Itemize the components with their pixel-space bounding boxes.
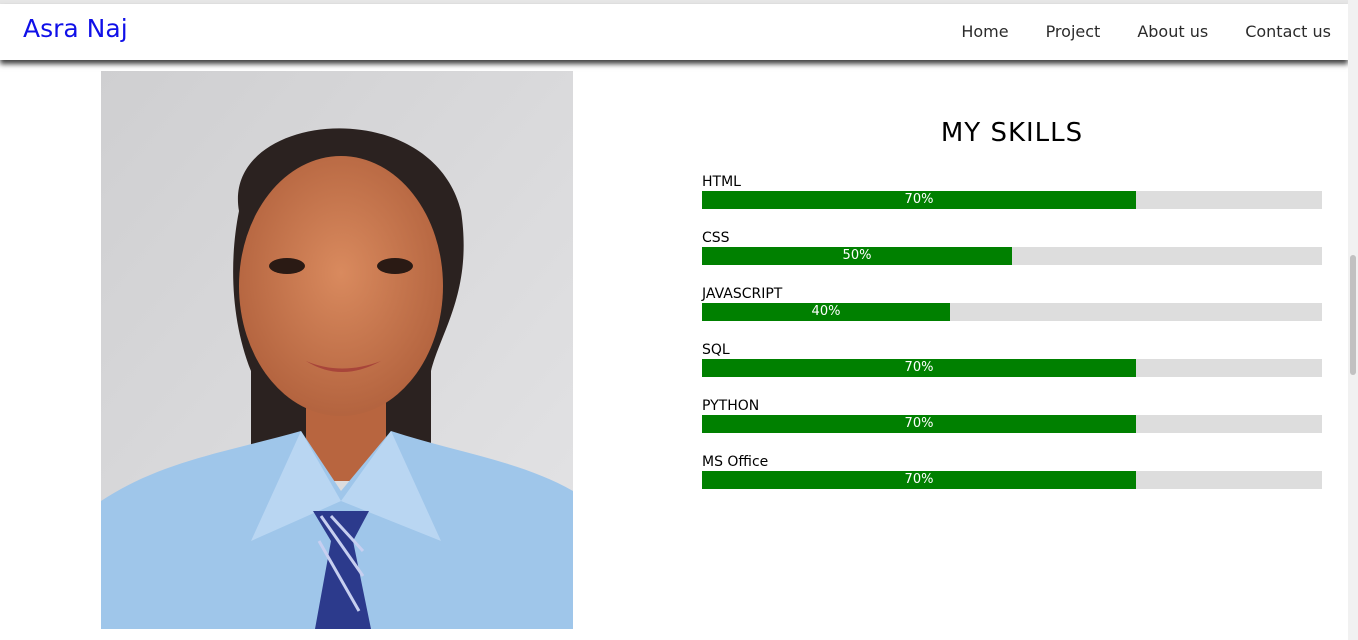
navbar: Asra Naj Home Project About us Contact u… bbox=[0, 4, 1348, 60]
skill-progress-track: 70% bbox=[702, 415, 1322, 433]
skill-progress-track: 70% bbox=[702, 359, 1322, 377]
scrollbar-thumb[interactable] bbox=[1350, 255, 1356, 375]
skills-title: MY SKILLS bbox=[940, 118, 1084, 148]
skill-progress-track: 50% bbox=[702, 247, 1322, 265]
scrollbar[interactable] bbox=[1348, 0, 1358, 640]
skill-item: CSS 50% bbox=[702, 229, 1322, 265]
nav-project-link[interactable]: Project bbox=[1046, 22, 1101, 41]
profile-photo bbox=[101, 71, 573, 629]
skill-item: MS Office 70% bbox=[702, 453, 1322, 489]
skill-item: HTML 70% bbox=[702, 173, 1322, 209]
skill-label: JAVASCRIPT bbox=[702, 286, 783, 302]
brand-logo[interactable]: Asra Naj bbox=[23, 14, 128, 43]
skill-progress-fill: 70% bbox=[702, 415, 1136, 433]
skill-item: PYTHON 70% bbox=[702, 397, 1322, 433]
skill-progress-track: 70% bbox=[702, 471, 1322, 489]
skill-progress-track: 40% bbox=[702, 303, 1322, 321]
skill-progress-track: 70% bbox=[702, 191, 1322, 209]
skill-progress-fill: 70% bbox=[702, 359, 1136, 377]
skills-section: MY SKILLS bbox=[702, 118, 1322, 148]
skill-progress-fill: 40% bbox=[702, 303, 950, 321]
skill-label: CSS bbox=[702, 230, 730, 246]
skill-item: JAVASCRIPT 40% bbox=[702, 285, 1322, 321]
skill-label: SQL bbox=[702, 342, 730, 358]
skill-progress-fill: 70% bbox=[702, 471, 1136, 489]
skill-progress-fill: 70% bbox=[702, 191, 1136, 209]
nav-home-link[interactable]: Home bbox=[961, 22, 1008, 41]
nav-about-link[interactable]: About us bbox=[1137, 22, 1208, 41]
skill-item: SQL 70% bbox=[702, 341, 1322, 377]
skill-progress-fill: 50% bbox=[702, 247, 1012, 265]
skill-label: HTML bbox=[702, 174, 741, 190]
nav-links: Home Project About us Contact us bbox=[961, 22, 1331, 41]
nav-contact-link[interactable]: Contact us bbox=[1245, 22, 1331, 41]
skill-label: PYTHON bbox=[702, 398, 760, 414]
skill-label: MS Office bbox=[702, 454, 769, 470]
